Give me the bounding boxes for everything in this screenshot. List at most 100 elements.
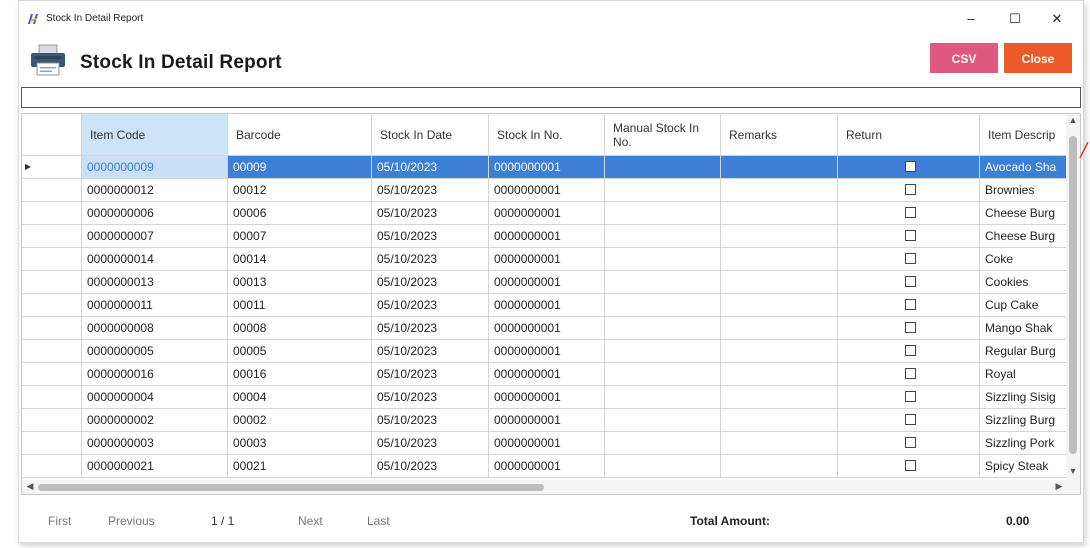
- return-checkbox[interactable]: [905, 414, 916, 425]
- return-cell[interactable]: [838, 386, 980, 409]
- row-header-cell[interactable]: [22, 432, 82, 455]
- manual-stock-in-no-cell[interactable]: [605, 409, 721, 432]
- item-code-cell[interactable]: 0000000013: [82, 271, 228, 294]
- item-code-cell[interactable]: 0000000016: [82, 363, 228, 386]
- return-cell[interactable]: [838, 455, 980, 478]
- row-header-cell[interactable]: [22, 271, 82, 294]
- return-checkbox[interactable]: [905, 253, 916, 264]
- stock-in-date-cell[interactable]: 05/10/2023: [372, 225, 489, 248]
- stock-in-no-cell[interactable]: 0000000001: [489, 202, 605, 225]
- barcode-cell[interactable]: 00013: [228, 271, 372, 294]
- remarks-cell[interactable]: [721, 294, 838, 317]
- row-header-cell[interactable]: [22, 455, 82, 478]
- row-header-cell[interactable]: [22, 386, 82, 409]
- remarks-cell[interactable]: [721, 363, 838, 386]
- horizontal-scroll-thumb[interactable]: [38, 484, 544, 491]
- table-row[interactable]: 0000000007 00007 05/10/2023 0000000001 Chees…: [22, 225, 1080, 248]
- stock-in-date-cell[interactable]: 05/10/2023: [372, 455, 489, 478]
- return-cell[interactable]: [838, 294, 980, 317]
- row-header-cell[interactable]: [22, 317, 82, 340]
- remarks-cell[interactable]: [721, 271, 838, 294]
- maximize-button[interactable]: ☐: [1003, 9, 1027, 29]
- pager-first-link[interactable]: First: [48, 514, 71, 528]
- remarks-cell[interactable]: [721, 248, 838, 271]
- barcode-cell[interactable]: 00009: [228, 156, 372, 179]
- remarks-cell[interactable]: [721, 455, 838, 478]
- vertical-scrollbar[interactable]: ▲ ▼: [1066, 114, 1080, 480]
- stock-in-date-cell[interactable]: 05/10/2023: [372, 386, 489, 409]
- return-cell[interactable]: [838, 202, 980, 225]
- row-header-cell[interactable]: [22, 225, 82, 248]
- table-row[interactable]: 0000000013 00013 05/10/2023 0000000001 Cooki…: [22, 271, 1080, 294]
- manual-stock-in-no-cell[interactable]: [605, 294, 721, 317]
- stock-in-no-cell[interactable]: 0000000001: [489, 455, 605, 478]
- table-row[interactable]: 0000000021 00021 05/10/2023 0000000001 Spicy…: [22, 455, 1080, 478]
- column-header-return[interactable]: Return: [838, 114, 980, 156]
- manual-stock-in-no-cell[interactable]: [605, 386, 721, 409]
- manual-stock-in-no-cell[interactable]: [605, 455, 721, 478]
- table-row[interactable]: 0000000014 00014 05/10/2023 0000000001 Coke: [22, 248, 1080, 271]
- column-header-remarks[interactable]: Remarks: [721, 114, 838, 156]
- stock-in-no-cell[interactable]: 0000000001: [489, 317, 605, 340]
- manual-stock-in-no-cell[interactable]: [605, 340, 721, 363]
- stock-in-date-cell[interactable]: 05/10/2023: [372, 363, 489, 386]
- item-code-cell[interactable]: 0000000012: [82, 179, 228, 202]
- row-header-cell[interactable]: [22, 248, 82, 271]
- return-checkbox[interactable]: [905, 184, 916, 195]
- remarks-cell[interactable]: [721, 202, 838, 225]
- stock-in-date-cell[interactable]: 05/10/2023: [372, 179, 489, 202]
- manual-stock-in-no-cell[interactable]: [605, 363, 721, 386]
- stock-in-date-cell[interactable]: 05/10/2023: [372, 156, 489, 179]
- stock-in-no-cell[interactable]: 0000000001: [489, 363, 605, 386]
- column-header-stock-in-date[interactable]: Stock In Date: [372, 114, 489, 156]
- horizontal-scrollbar[interactable]: ◀ ▶: [22, 480, 1080, 494]
- table-row[interactable]: 0000000003 00003 05/10/2023 0000000001 Sizzl…: [22, 432, 1080, 455]
- barcode-cell[interactable]: 00003: [228, 432, 372, 455]
- table-row[interactable]: 0000000004 00004 05/10/2023 0000000001 Sizzl…: [22, 386, 1080, 409]
- return-cell[interactable]: [838, 225, 980, 248]
- return-cell[interactable]: [838, 317, 980, 340]
- close-button[interactable]: Close: [1004, 43, 1072, 73]
- item-code-cell[interactable]: 0000000006: [82, 202, 228, 225]
- remarks-cell[interactable]: [721, 317, 838, 340]
- item-code-cell[interactable]: 0000000021: [82, 455, 228, 478]
- column-header-barcode[interactable]: Barcode: [228, 114, 372, 156]
- row-header-cell[interactable]: ▶: [22, 156, 82, 179]
- manual-stock-in-no-cell[interactable]: [605, 202, 721, 225]
- return-cell[interactable]: [838, 248, 980, 271]
- column-header-item-code[interactable]: Item Code: [82, 114, 228, 156]
- return-cell[interactable]: [838, 156, 980, 179]
- manual-stock-in-no-cell[interactable]: [605, 225, 721, 248]
- table-row[interactable]: 0000000006 00006 05/10/2023 0000000001 Chees…: [22, 202, 1080, 225]
- return-checkbox[interactable]: [905, 161, 916, 172]
- barcode-cell[interactable]: 00008: [228, 317, 372, 340]
- stock-in-no-cell[interactable]: 0000000001: [489, 271, 605, 294]
- return-checkbox[interactable]: [905, 368, 916, 379]
- pager-last-link[interactable]: Last: [367, 514, 390, 528]
- search-input[interactable]: [21, 87, 1081, 108]
- barcode-cell[interactable]: 00007: [228, 225, 372, 248]
- item-code-cell[interactable]: 0000000014: [82, 248, 228, 271]
- table-row[interactable]: 0000000011 00011 05/10/2023 0000000001 Cup C…: [22, 294, 1080, 317]
- stock-in-no-cell[interactable]: 0000000001: [489, 386, 605, 409]
- return-checkbox[interactable]: [905, 345, 916, 356]
- stock-in-no-cell[interactable]: 0000000001: [489, 225, 605, 248]
- manual-stock-in-no-cell[interactable]: [605, 432, 721, 455]
- stock-in-date-cell[interactable]: 05/10/2023: [372, 317, 489, 340]
- item-code-cell[interactable]: 0000000003: [82, 432, 228, 455]
- barcode-cell[interactable]: 00011: [228, 294, 372, 317]
- barcode-cell[interactable]: 00021: [228, 455, 372, 478]
- csv-button[interactable]: CSV: [930, 43, 998, 73]
- window-close-button[interactable]: ✕: [1045, 9, 1069, 29]
- table-row[interactable]: 0000000008 00008 05/10/2023 0000000001 Mango…: [22, 317, 1080, 340]
- manual-stock-in-no-cell[interactable]: [605, 248, 721, 271]
- remarks-cell[interactable]: [721, 225, 838, 248]
- stock-in-no-cell[interactable]: 0000000001: [489, 409, 605, 432]
- return-checkbox[interactable]: [905, 230, 916, 241]
- stock-in-date-cell[interactable]: 05/10/2023: [372, 248, 489, 271]
- item-code-cell[interactable]: 0000000009: [82, 156, 228, 179]
- stock-in-date-cell[interactable]: 05/10/2023: [372, 340, 489, 363]
- barcode-cell[interactable]: 00012: [228, 179, 372, 202]
- stock-in-no-cell[interactable]: 0000000001: [489, 340, 605, 363]
- barcode-cell[interactable]: 00014: [228, 248, 372, 271]
